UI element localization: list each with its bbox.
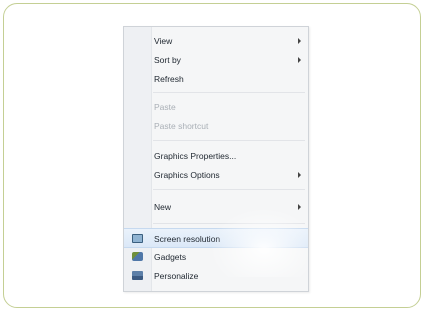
menu-item-label: Paste	[154, 102, 176, 112]
submenu-arrow-icon	[298, 38, 301, 44]
menu-item-sort-by[interactable]: Sort by	[124, 50, 308, 70]
menu-item-new[interactable]: New	[124, 197, 308, 217]
menu-item-label: View	[154, 36, 173, 46]
personalize-icon	[132, 271, 143, 280]
menu-item-graphics-options[interactable]: Graphics Options	[124, 165, 308, 185]
desktop-context-menu: View Sort by Refresh Paste Paste shortcu…	[123, 26, 309, 292]
menu-item-screen-resolution[interactable]: Screen resolution	[124, 228, 308, 248]
menu-item-label: Sort by	[154, 55, 181, 65]
menu-item-view[interactable]: View	[124, 31, 308, 51]
menu-item-label: New	[154, 202, 172, 212]
menu-separator	[153, 140, 305, 141]
menu-item-label: Screen resolution	[154, 234, 221, 244]
submenu-arrow-icon	[298, 204, 301, 210]
menu-item-gadgets[interactable]: Gadgets	[124, 247, 308, 267]
menu-item-label: Gadgets	[154, 252, 187, 262]
menu-item-label: Graphics Properties...	[154, 151, 237, 161]
submenu-arrow-icon	[298, 172, 301, 178]
menu-item-label: Refresh	[154, 74, 184, 84]
menu-item-label: Graphics Options	[154, 170, 220, 180]
gadgets-icon	[132, 252, 143, 261]
menu-item-paste: Paste	[124, 97, 308, 117]
menu-item-refresh[interactable]: Refresh	[124, 69, 308, 89]
menu-separator	[153, 223, 305, 224]
menu-item-graphics-properties[interactable]: Graphics Properties...	[124, 146, 308, 166]
menu-item-label: Paste shortcut	[154, 121, 209, 131]
menu-separator	[153, 189, 305, 190]
menu-item-paste-shortcut: Paste shortcut	[124, 116, 308, 136]
menu-item-label: Personalize	[154, 271, 199, 281]
menu-item-personalize[interactable]: Personalize	[124, 266, 308, 286]
submenu-arrow-icon	[298, 57, 301, 63]
rounded-frame: View Sort by Refresh Paste Paste shortcu…	[3, 3, 421, 308]
screen-resolution-icon	[132, 234, 143, 243]
menu-separator	[153, 92, 305, 93]
